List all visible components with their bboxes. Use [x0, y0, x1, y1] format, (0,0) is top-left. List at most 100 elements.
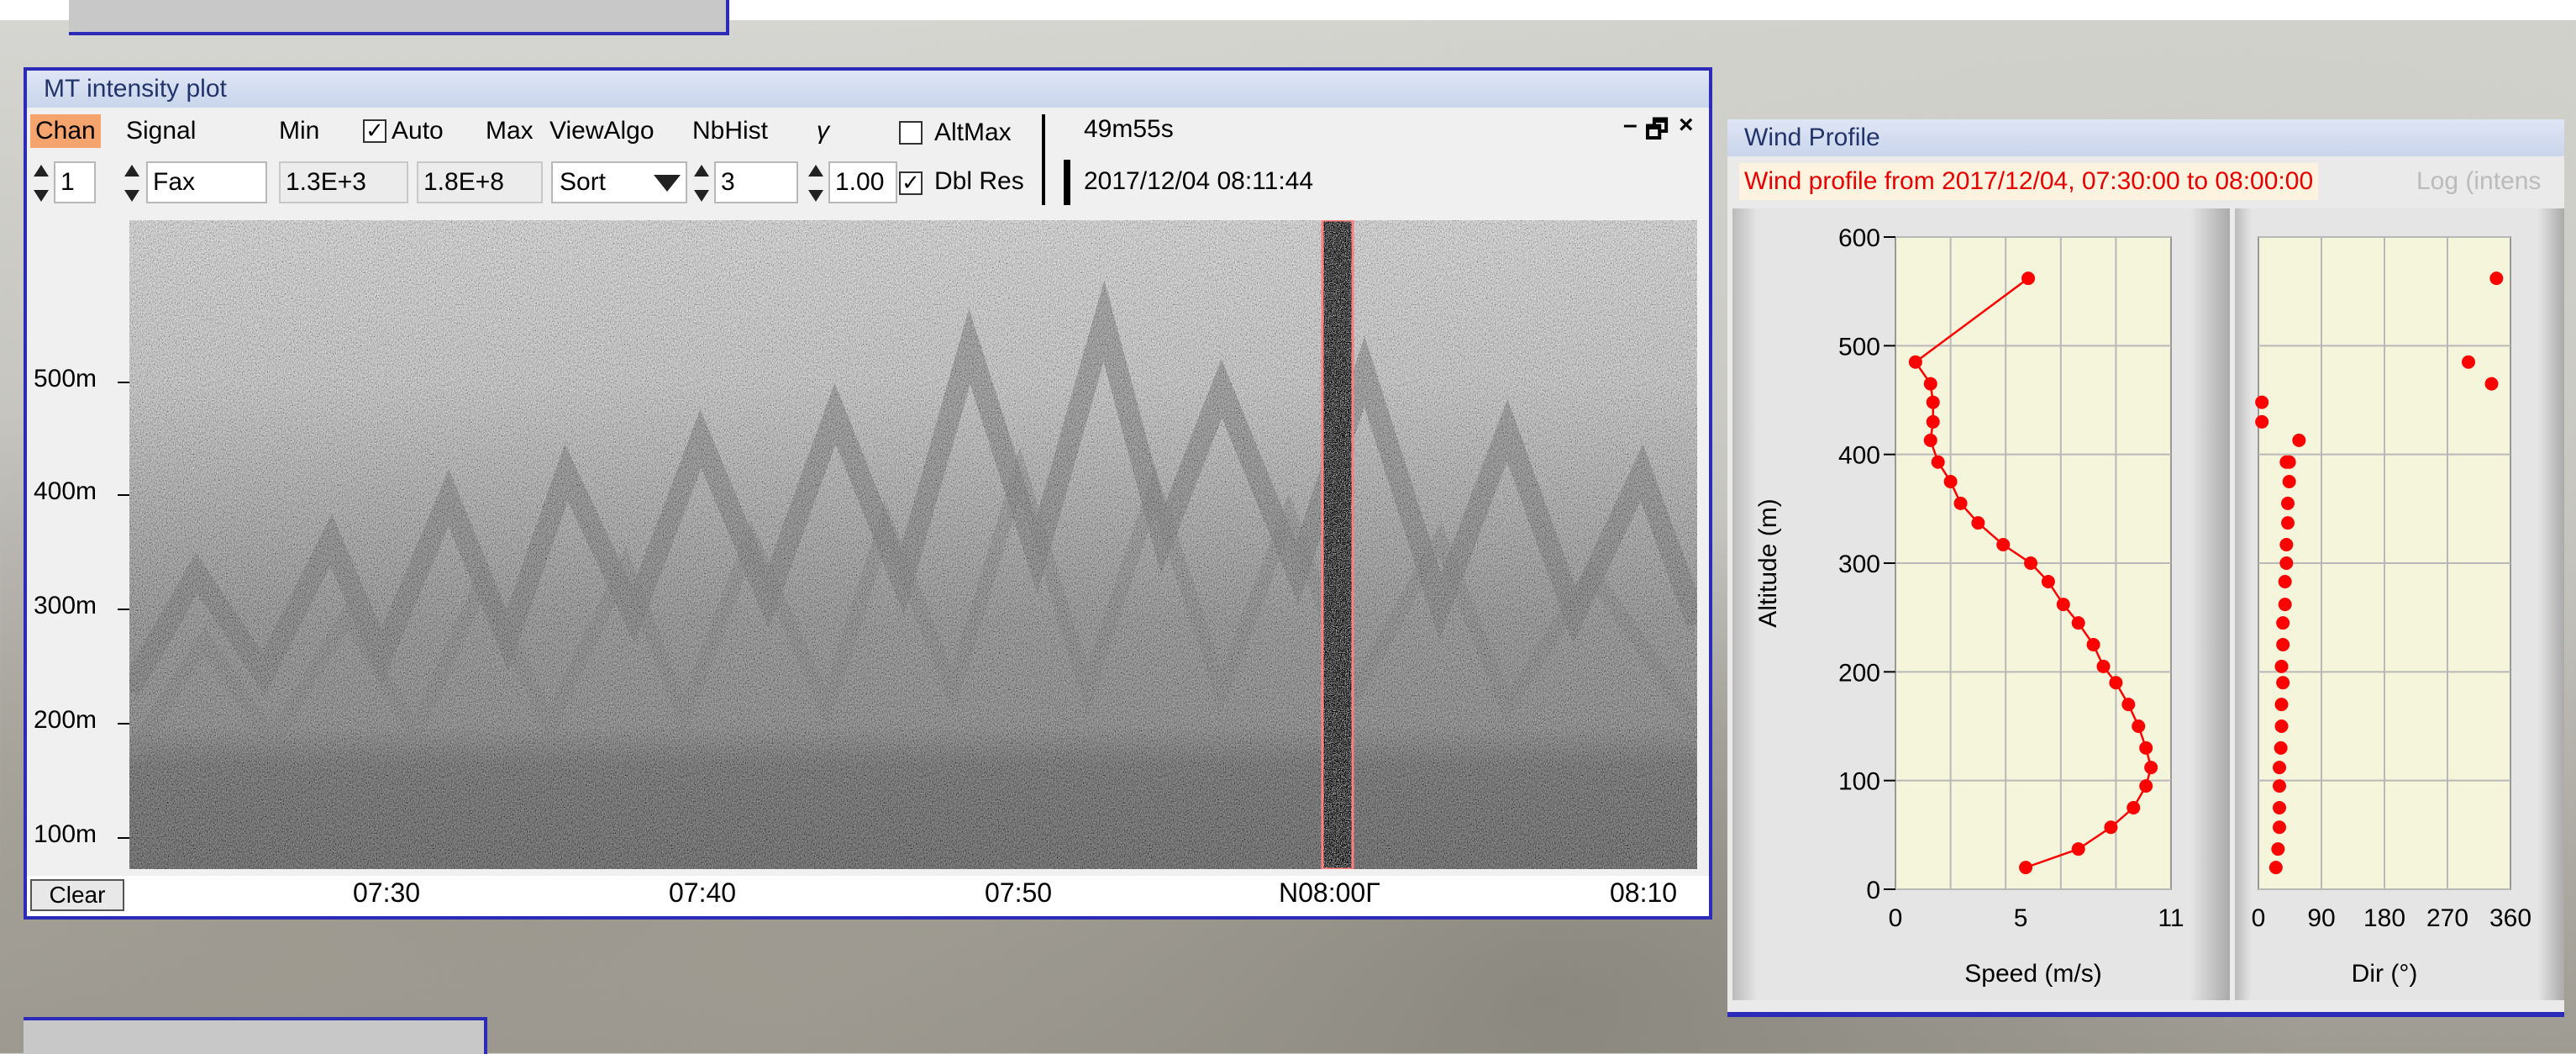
- intensity-plot[interactable]: [129, 220, 1697, 869]
- x-tick-label: 180: [2363, 904, 2405, 932]
- data-point: [2255, 395, 2269, 409]
- data-point: [2019, 861, 2033, 875]
- x-tick-label: 5: [2014, 904, 2028, 932]
- data-point: [2273, 761, 2286, 775]
- x-label-0800-cursor: N08:00Γ: [1279, 877, 1380, 908]
- time-axis: Clear 07:30 07:40 07:50 N08:00Γ 08:10: [27, 876, 1709, 916]
- x-tick-label: 90: [2307, 904, 2335, 932]
- wind-profile-range: Wind profile from 2017/12/04, 07:30:00 t…: [1739, 163, 2319, 200]
- data-point: [2139, 740, 2153, 755]
- minimize-icon[interactable]: –: [1623, 111, 1638, 140]
- data-point: [2139, 779, 2153, 793]
- data-point: [2056, 598, 2070, 612]
- chan-input[interactable]: 1: [54, 161, 96, 203]
- data-point: [2268, 861, 2283, 875]
- data-point: [2274, 719, 2289, 733]
- data-point: [1996, 538, 2011, 552]
- signal-spinner[interactable]: [121, 160, 143, 207]
- y-tick: [118, 723, 129, 725]
- x-tick-label: 0: [1889, 904, 1903, 932]
- nbhist-spinner[interactable]: [691, 160, 712, 207]
- cursor-band-noise: [1322, 220, 1353, 869]
- viewalgo-select[interactable]: Sort: [551, 161, 687, 203]
- y-tick: [118, 837, 129, 839]
- data-point: [2273, 820, 2286, 835]
- mt-toolbar: Chan Signal Min ✓ Auto Max ViewAlgo NbHi…: [27, 108, 1709, 208]
- wind-profile-window: Wind Profile Wind profile from 2017/12/0…: [1727, 119, 2564, 1017]
- y-tick-label: 100: [1838, 768, 1880, 796]
- viewalgo-value: Sort: [560, 168, 607, 196]
- dblres-checkbox[interactable]: ✓: [899, 171, 923, 195]
- gamma-spinner[interactable]: [805, 160, 827, 207]
- data-point: [2274, 740, 2288, 755]
- echogram-noise: [129, 220, 1697, 869]
- data-point: [2104, 820, 2118, 835]
- data-point: [1943, 475, 1958, 488]
- x-tick-label: 270: [2426, 904, 2468, 932]
- y-tick-label: 0: [1866, 877, 1880, 904]
- data-point: [2255, 414, 2269, 429]
- data-point: [2279, 455, 2294, 469]
- toolbar-separator: [1042, 114, 1045, 205]
- mt-intensity-plot-window: MT intensity plot Chan Signal Min ✓ Auto…: [24, 67, 1712, 920]
- data-point: [2276, 616, 2290, 630]
- max-label: Max: [486, 117, 534, 145]
- speed-chart-panel: 0 100 200 300 400 500 600 0 5 11 Speed (m/s) Altitu…: [1732, 208, 2230, 1000]
- altmax-label: AltMax: [934, 119, 1012, 146]
- auto-checkbox[interactable]: ✓: [363, 119, 386, 143]
- y-tick: [118, 494, 129, 496]
- x-tick-label: 360: [2489, 904, 2531, 932]
- max-value-field[interactable]: 1.8E+8: [417, 161, 543, 203]
- y-tick: [118, 609, 129, 610]
- direction-chart-panel: 0 90 180 270 360 Dir (°): [2235, 208, 2564, 1000]
- data-point: [2282, 475, 2296, 488]
- data-point: [2109, 676, 2123, 690]
- signal-label: Signal: [126, 117, 197, 145]
- data-point: [2484, 377, 2499, 391]
- dblres-label: Dbl Res: [934, 167, 1024, 195]
- y-label-100m: 100m: [34, 820, 97, 848]
- data-point: [2279, 556, 2294, 570]
- data-point: [1953, 496, 1968, 510]
- data-point: [2041, 574, 2055, 588]
- min-value-field[interactable]: 1.3E+3: [279, 161, 408, 203]
- data-point: [2274, 659, 2289, 673]
- speed-chart[interactable]: 0 100 200 300 400 500 600 0 5 11 Speed (m/s) Altitu…: [1732, 208, 2230, 1000]
- data-point: [1931, 455, 1945, 469]
- x-label-0750: 07:50: [985, 877, 1053, 908]
- data-point: [2278, 574, 2292, 588]
- data-point: [2021, 271, 2036, 286]
- y-label-300m: 300m: [34, 592, 97, 619]
- data-point: [2281, 496, 2295, 510]
- data-point: [2292, 433, 2306, 447]
- background-window-top: [69, 0, 729, 35]
- data-point: [1926, 395, 1940, 409]
- close-icon[interactable]: ×: [1679, 111, 1694, 140]
- y-tick-label: 300: [1838, 551, 1880, 578]
- data-point: [2071, 842, 2085, 856]
- chan-spinner[interactable]: [30, 160, 52, 207]
- x-axis-label: Dir (°): [2352, 960, 2418, 988]
- data-point: [2276, 676, 2290, 690]
- y-tick-label: 500: [1838, 333, 1880, 361]
- y-label-500m: 500m: [34, 365, 97, 393]
- restore-icon[interactable]: 🗗: [1645, 111, 1669, 154]
- x-label-0740: 07:40: [669, 877, 737, 908]
- data-point: [2276, 638, 2290, 651]
- data-point: [2271, 842, 2285, 856]
- y-axis-label: Altitude (m): [1754, 498, 1782, 627]
- direction-chart[interactable]: 0 90 180 270 360 Dir (°): [2235, 208, 2564, 1000]
- y-label-200m: 200m: [34, 706, 97, 734]
- data-point: [2121, 698, 2136, 712]
- signal-input[interactable]: Fax: [146, 161, 267, 203]
- data-point: [2086, 638, 2100, 651]
- data-point: [1923, 377, 1937, 391]
- clear-button[interactable]: Clear: [30, 879, 124, 911]
- altmax-checkbox[interactable]: [899, 121, 923, 145]
- data-point: [2132, 719, 2146, 733]
- mt-window-title: MT intensity plot: [27, 71, 1709, 108]
- data-point: [2273, 779, 2286, 793]
- gamma-input[interactable]: 1.00: [828, 161, 897, 203]
- nbhist-input[interactable]: 3: [714, 161, 798, 203]
- data-point: [2279, 538, 2294, 552]
